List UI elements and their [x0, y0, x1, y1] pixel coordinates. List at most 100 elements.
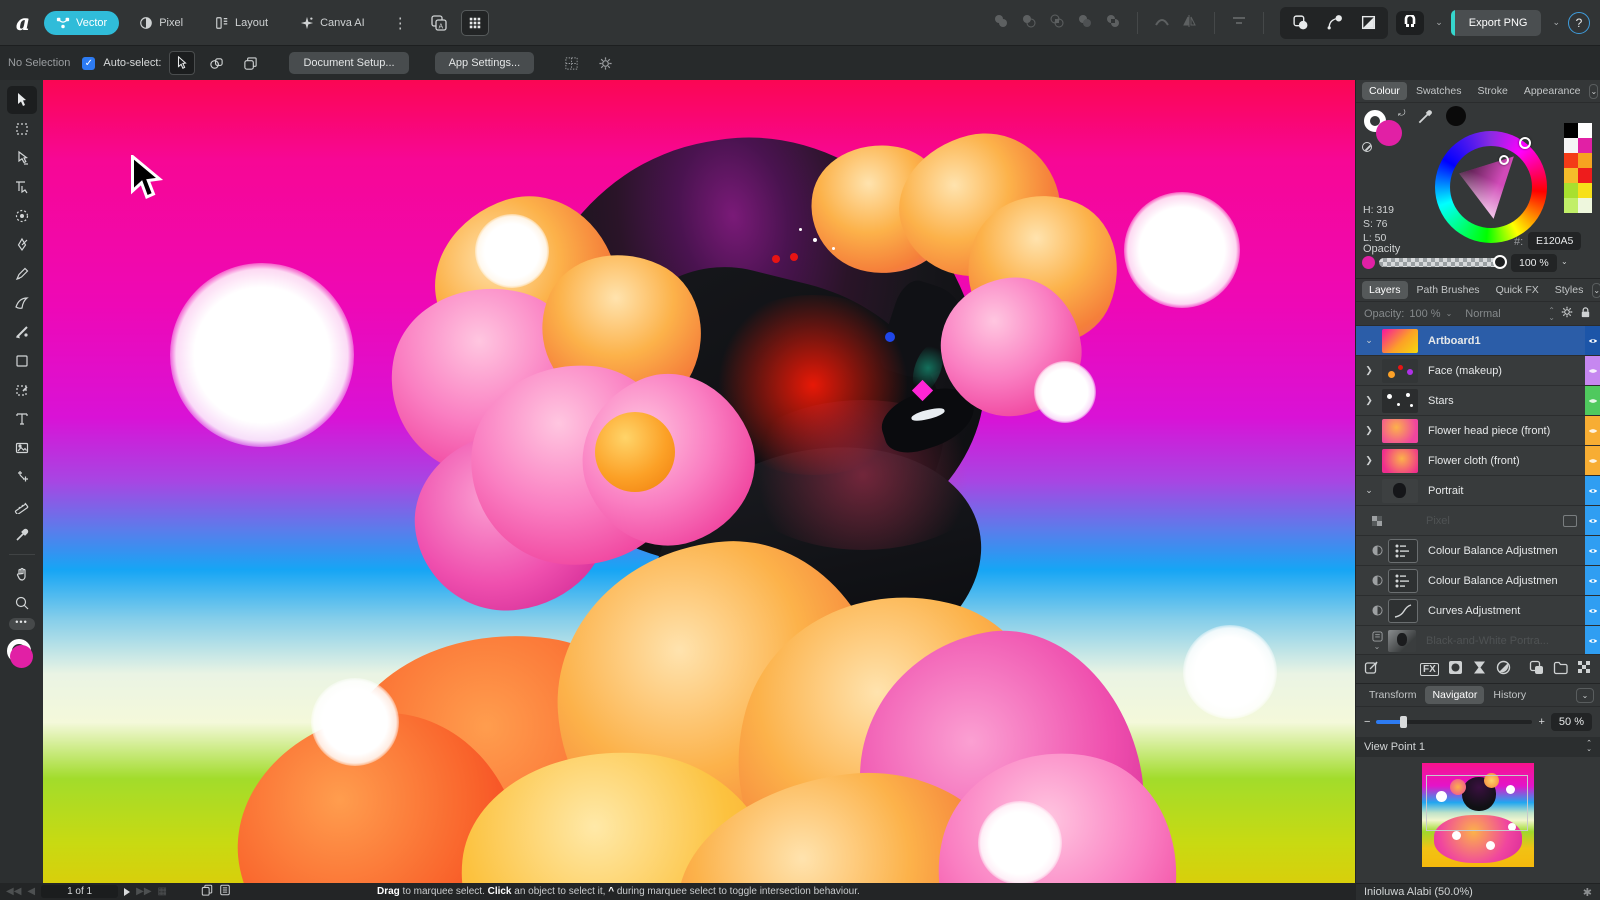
copy-hint-icon[interactable]: [201, 884, 213, 899]
pen-tool[interactable]: [7, 231, 37, 259]
colour-picker-tool[interactable]: [7, 521, 37, 549]
page-list-icon[interactable]: ▦: [158, 886, 167, 897]
layer-row-stars[interactable]: ❯ Stars: [1356, 386, 1600, 416]
layer-row-flower-head-piece[interactable]: ❯ Flower head piece (front): [1356, 416, 1600, 446]
app-settings-button[interactable]: App Settings...: [434, 52, 535, 74]
persona-vector[interactable]: Vector: [44, 10, 120, 35]
persona-layout[interactable]: Layout: [203, 11, 280, 35]
canvas-viewport[interactable]: [43, 80, 1355, 883]
fill-swatch[interactable]: [1376, 120, 1402, 146]
artboard-tool[interactable]: [7, 115, 37, 143]
swatch[interactable]: [1564, 138, 1578, 153]
more-personas-icon[interactable]: ⋮: [385, 14, 417, 32]
layer-row-artboard1[interactable]: ⌄ Artboard1: [1356, 326, 1600, 356]
opacity-slider-handle[interactable]: [1493, 255, 1507, 269]
panel-chevron-icon[interactable]: ⌄: [1592, 282, 1600, 298]
lock-icon[interactable]: [1579, 306, 1592, 322]
contour-tool[interactable]: [7, 173, 37, 201]
document-setup-button[interactable]: Document Setup...: [289, 52, 409, 74]
grid-options-icon[interactable]: [558, 51, 584, 75]
star-icon[interactable]: ✱: [1583, 886, 1592, 899]
subtract-boolean-icon[interactable]: [1021, 13, 1037, 32]
add-pixel-layer-icon[interactable]: [1529, 660, 1544, 678]
opacity-chevron-icon[interactable]: ⌄: [1561, 257, 1568, 266]
hue-selector[interactable]: [1519, 137, 1531, 149]
layer-row-bw-portrait[interactable]: ⌄ Black-and-White Portra...: [1356, 626, 1600, 654]
next-page-icon[interactable]: [124, 887, 131, 896]
expand-icon[interactable]: ❯: [1356, 395, 1382, 406]
zoom-slider[interactable]: [1376, 716, 1533, 728]
measure-tool[interactable]: [7, 492, 37, 520]
opacity-dropdown-icon[interactable]: ⌄: [1446, 309, 1453, 318]
persona-pixel[interactable]: Pixel: [127, 11, 195, 35]
auto-select-group-mode[interactable]: [237, 51, 263, 75]
add-group-icon[interactable]: [1553, 660, 1568, 678]
collapse-icon[interactable]: ⌄: [1356, 335, 1382, 346]
blend-mode-value[interactable]: Normal: [1465, 308, 1500, 320]
edit-all-layers-icon[interactable]: [1364, 660, 1379, 678]
swatch[interactable]: [1564, 123, 1578, 138]
tab-appearance[interactable]: Appearance: [1517, 82, 1588, 100]
fill-swatch[interactable]: [9, 645, 33, 668]
place-image-tool[interactable]: [7, 434, 37, 462]
auto-select-object-mode[interactable]: [203, 51, 229, 75]
tab-swatches[interactable]: Swatches: [1409, 82, 1469, 100]
adjustment-layer-icon[interactable]: [1472, 660, 1487, 678]
settings-gear-icon[interactable]: [592, 51, 618, 75]
view-hand-tool[interactable]: [7, 560, 37, 588]
panel-chevron-icon[interactable]: ⌄: [1576, 687, 1594, 703]
saturation-selector[interactable]: [1499, 155, 1509, 165]
swatch[interactable]: [1578, 153, 1592, 168]
auto-select-checkbox[interactable]: ✓: [82, 56, 96, 70]
last-page-icon[interactable]: ▶▶: [136, 886, 151, 897]
swap-colours-icon[interactable]: ⤾: [1398, 108, 1406, 119]
transform-objects-separately-icon[interactable]: [1286, 10, 1314, 36]
zoom-slider-handle[interactable]: [1400, 716, 1408, 728]
no-colour-icon[interactable]: [1362, 142, 1372, 152]
point-transform-tool[interactable]: [7, 463, 37, 491]
scroll-chevron-icon[interactable]: ⌄: [1374, 642, 1381, 651]
panel-chevron-icon[interactable]: ⌄: [1589, 83, 1599, 99]
vector-brush-tool[interactable]: [7, 289, 37, 317]
layer-row-pixel[interactable]: Pixel: [1356, 506, 1600, 536]
layer-row-colour-balance-2[interactable]: Colour Balance Adjustmen: [1356, 566, 1600, 596]
intersect-boolean-icon[interactable]: [1049, 13, 1065, 32]
zoom-value[interactable]: 50 %: [1550, 713, 1592, 731]
blend-stepper-icon[interactable]: ⌃ ⌄: [1548, 306, 1555, 321]
layer-fx-icon[interactable]: FX: [1420, 662, 1439, 676]
persona-canva-ai[interactable]: Canva AI: [288, 11, 377, 35]
move-tool[interactable]: [6, 86, 37, 114]
layer-row-face-makeup[interactable]: ❯ Face (makeup): [1356, 356, 1600, 386]
add-boolean-icon[interactable]: [993, 13, 1009, 32]
more-tools-button[interactable]: •••: [8, 618, 35, 630]
swatch[interactable]: [1564, 198, 1578, 213]
swatch[interactable]: [1564, 153, 1578, 168]
tab-navigator[interactable]: Navigator: [1425, 686, 1485, 704]
tab-path-brushes[interactable]: Path Brushes: [1410, 281, 1487, 299]
tab-layers[interactable]: Layers: [1362, 281, 1408, 299]
snapping-dropdown-icon[interactable]: ⌄: [1435, 17, 1443, 28]
view-point-stepper-icon[interactable]: ⌃ ⌄: [1586, 740, 1592, 753]
secondary-colour-well[interactable]: [1446, 106, 1466, 126]
swatch[interactable]: [1578, 168, 1592, 183]
divide-boolean-icon[interactable]: [1077, 13, 1093, 32]
swatch[interactable]: [1564, 183, 1578, 198]
fill-stroke-indicator[interactable]: ⤾: [1362, 108, 1410, 152]
studio-presets-icon[interactable]: [460, 9, 489, 36]
expand-stroke-icon[interactable]: [1154, 13, 1170, 32]
blend-ranges-icon[interactable]: [1577, 660, 1592, 678]
resource-manager-icon[interactable]: A: [425, 10, 453, 36]
expand-icon[interactable]: ❯: [1356, 425, 1382, 436]
node-tool[interactable]: [7, 144, 37, 172]
first-page-icon[interactable]: ◀◀: [6, 886, 21, 897]
swatch[interactable]: [1578, 183, 1592, 198]
tab-stroke[interactable]: Stroke: [1470, 82, 1514, 100]
export-dropdown-icon[interactable]: ⌄: [1552, 17, 1560, 28]
zoom-in-icon[interactable]: +: [1538, 716, 1544, 728]
flip-horizontal-icon[interactable]: [1182, 13, 1198, 32]
crop-tool[interactable]: [7, 376, 37, 404]
alignment-icon[interactable]: [1231, 13, 1247, 32]
hex-value-field[interactable]: E120A5: [1528, 232, 1582, 250]
opacity-slider[interactable]: [1379, 255, 1507, 269]
tab-transform[interactable]: Transform: [1362, 686, 1423, 704]
